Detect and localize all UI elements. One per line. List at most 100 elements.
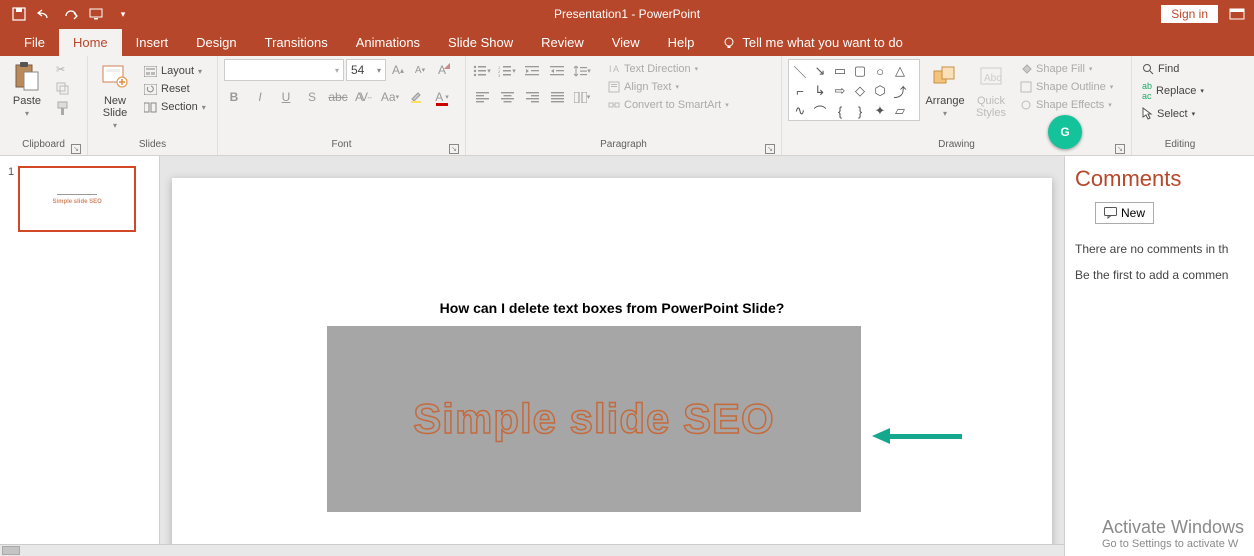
paste-icon [11, 61, 43, 93]
shape-outline-button[interactable]: Shape Outline▾ [1016, 79, 1117, 95]
bullets-button[interactable]: ▾ [472, 61, 492, 81]
change-case-button[interactable]: Aa▾ [380, 87, 400, 107]
increase-indent-button[interactable] [547, 61, 567, 81]
scrollbar-thumb[interactable] [2, 546, 20, 555]
slide-canvas-area[interactable]: How can I delete text boxes from PowerPo… [160, 156, 1064, 556]
dialog-launcher-icon[interactable]: ↘ [1115, 144, 1125, 154]
convert-smartart-button[interactable]: Convert to SmartArt▾ [604, 97, 733, 113]
font-size-combo[interactable]: 54▾ [346, 59, 386, 81]
tab-home[interactable]: Home [59, 29, 122, 56]
decrease-font-icon[interactable]: A▾ [410, 60, 430, 80]
new-comment-icon [1104, 207, 1117, 219]
dialog-launcher-icon[interactable]: ↘ [765, 144, 775, 154]
comments-heading: Comments [1075, 166, 1244, 192]
tab-review[interactable]: Review [527, 29, 598, 56]
tab-slideshow[interactable]: Slide Show [434, 29, 527, 56]
grammarly-icon[interactable]: G [1048, 115, 1082, 149]
undo-icon[interactable] [36, 5, 54, 23]
redo-icon[interactable] [62, 5, 80, 23]
underline-button[interactable]: U [276, 87, 296, 107]
tab-insert[interactable]: Insert [122, 29, 183, 56]
shape-effects-button[interactable]: Shape Effects▾ [1016, 97, 1117, 113]
font-color-button[interactable]: A▾ [432, 87, 452, 107]
title-right: Sign in [1161, 5, 1246, 23]
slide-textbox[interactable]: Simple slide SEO [327, 326, 861, 512]
tab-view[interactable]: View [598, 29, 654, 56]
numbering-button[interactable]: 123▾ [497, 61, 517, 81]
tell-me-search[interactable]: Tell me what you want to do [708, 29, 916, 56]
tab-file[interactable]: File [10, 29, 59, 56]
quick-access-toolbar: ▾ [0, 5, 132, 23]
qat-customize-icon[interactable]: ▾ [114, 5, 132, 23]
cut-icon: ✂ [56, 63, 65, 76]
thumbnail-1[interactable]: 1 Simple slide SEO [8, 166, 151, 232]
align-center-button[interactable] [497, 87, 517, 107]
format-painter-button[interactable] [52, 99, 73, 118]
replace-icon: abac [1142, 81, 1152, 101]
svg-text:3: 3 [498, 73, 501, 77]
sign-in-button[interactable]: Sign in [1161, 5, 1218, 23]
arrange-button[interactable]: Arrange ▾ [924, 59, 966, 120]
new-comment-button[interactable]: New [1095, 202, 1154, 224]
chevron-down-icon: ▾ [25, 109, 29, 118]
ribbon-tabs: File Home Insert Design Transitions Anim… [0, 28, 1254, 56]
save-icon[interactable] [10, 5, 28, 23]
tab-help[interactable]: Help [654, 29, 709, 56]
reset-button[interactable]: Reset [140, 81, 210, 97]
shadow-button[interactable]: S [302, 87, 322, 107]
italic-button[interactable]: I [250, 87, 270, 107]
align-right-button[interactable] [522, 87, 542, 107]
decrease-indent-button[interactable] [522, 61, 542, 81]
bold-button[interactable]: B [224, 87, 244, 107]
tab-design[interactable]: Design [182, 29, 250, 56]
shapes-gallery[interactable]: ＼ ↘ ▭ ▢ ○ △ ⌐ ↳ ⇨ ◇ ⬡ ⤴ ∿ ⌒ { } ✦ ▱ [788, 59, 920, 121]
increase-font-icon[interactable]: A▴ [388, 60, 408, 80]
layout-button[interactable]: Layout▾ [140, 63, 210, 79]
dialog-launcher-icon[interactable]: ↘ [449, 144, 459, 154]
text-direction-button[interactable]: IAText Direction▾ [604, 61, 733, 77]
group-editing: Find abacReplace▾ Select▾ Editing [1132, 56, 1228, 155]
thumbnail-number: 1 [8, 166, 14, 232]
shape-fill-button[interactable]: Shape Fill▾ [1016, 61, 1117, 77]
quick-styles-button[interactable]: Abc Quick Styles [970, 59, 1012, 121]
cut-button[interactable]: ✂ [52, 61, 73, 78]
shape-brace-icon: { [831, 102, 849, 120]
new-comment-label: New [1121, 206, 1145, 220]
shape-arc-icon: ⌒ [811, 102, 829, 120]
shape-effects-icon [1020, 99, 1032, 111]
tab-animations[interactable]: Animations [342, 29, 434, 56]
reset-icon [144, 84, 157, 95]
section-button[interactable]: Section▾ [140, 99, 210, 115]
document-title: Presentation1 - PowerPoint [554, 7, 700, 21]
dialog-launcher-icon[interactable]: ↘ [71, 144, 81, 154]
paste-button[interactable]: Paste ▾ [6, 59, 48, 120]
char-spacing-button[interactable]: AV↔ [354, 87, 374, 107]
align-text-button[interactable]: Align Text▾ [604, 79, 733, 95]
comments-empty-2: Be the first to add a commen [1075, 268, 1244, 284]
chevron-down-icon: ▾ [113, 121, 117, 130]
horizontal-scrollbar[interactable] [0, 544, 1064, 556]
replace-button[interactable]: abacReplace▾ [1138, 79, 1208, 103]
thumbnail-panel: 1 Simple slide SEO [0, 156, 160, 556]
clear-formatting-icon[interactable]: A◢ [432, 60, 452, 80]
font-name-combo[interactable]: ▾ [224, 59, 344, 81]
columns-button[interactable]: ▾ [572, 87, 592, 107]
shape-curve-icon: ∿ [791, 102, 809, 120]
justify-button[interactable] [547, 87, 567, 107]
tab-transitions[interactable]: Transitions [251, 29, 342, 56]
start-from-beginning-icon[interactable] [88, 5, 106, 23]
strikethrough-button[interactable]: abc [328, 87, 348, 107]
shape-triangle-icon: △ [891, 62, 909, 80]
copy-button[interactable] [52, 80, 73, 97]
svg-text:A: A [613, 64, 619, 74]
chevron-down-icon: ▾ [943, 109, 947, 118]
select-button[interactable]: Select▾ [1138, 105, 1208, 122]
group-font: ▾ 54▾ A▴ A▾ A◢ B I U S abc AV↔ Aa▾ A▾ [218, 56, 466, 155]
new-slide-button[interactable]: New Slide ▾ [94, 59, 136, 132]
font-highlight-button[interactable] [406, 87, 426, 107]
line-spacing-button[interactable]: ▾ [572, 61, 592, 81]
find-button[interactable]: Find [1138, 61, 1208, 77]
slide-question-text: How can I delete text boxes from PowerPo… [172, 300, 1052, 316]
ribbon-display-icon[interactable] [1228, 5, 1246, 23]
align-left-button[interactable] [472, 87, 492, 107]
